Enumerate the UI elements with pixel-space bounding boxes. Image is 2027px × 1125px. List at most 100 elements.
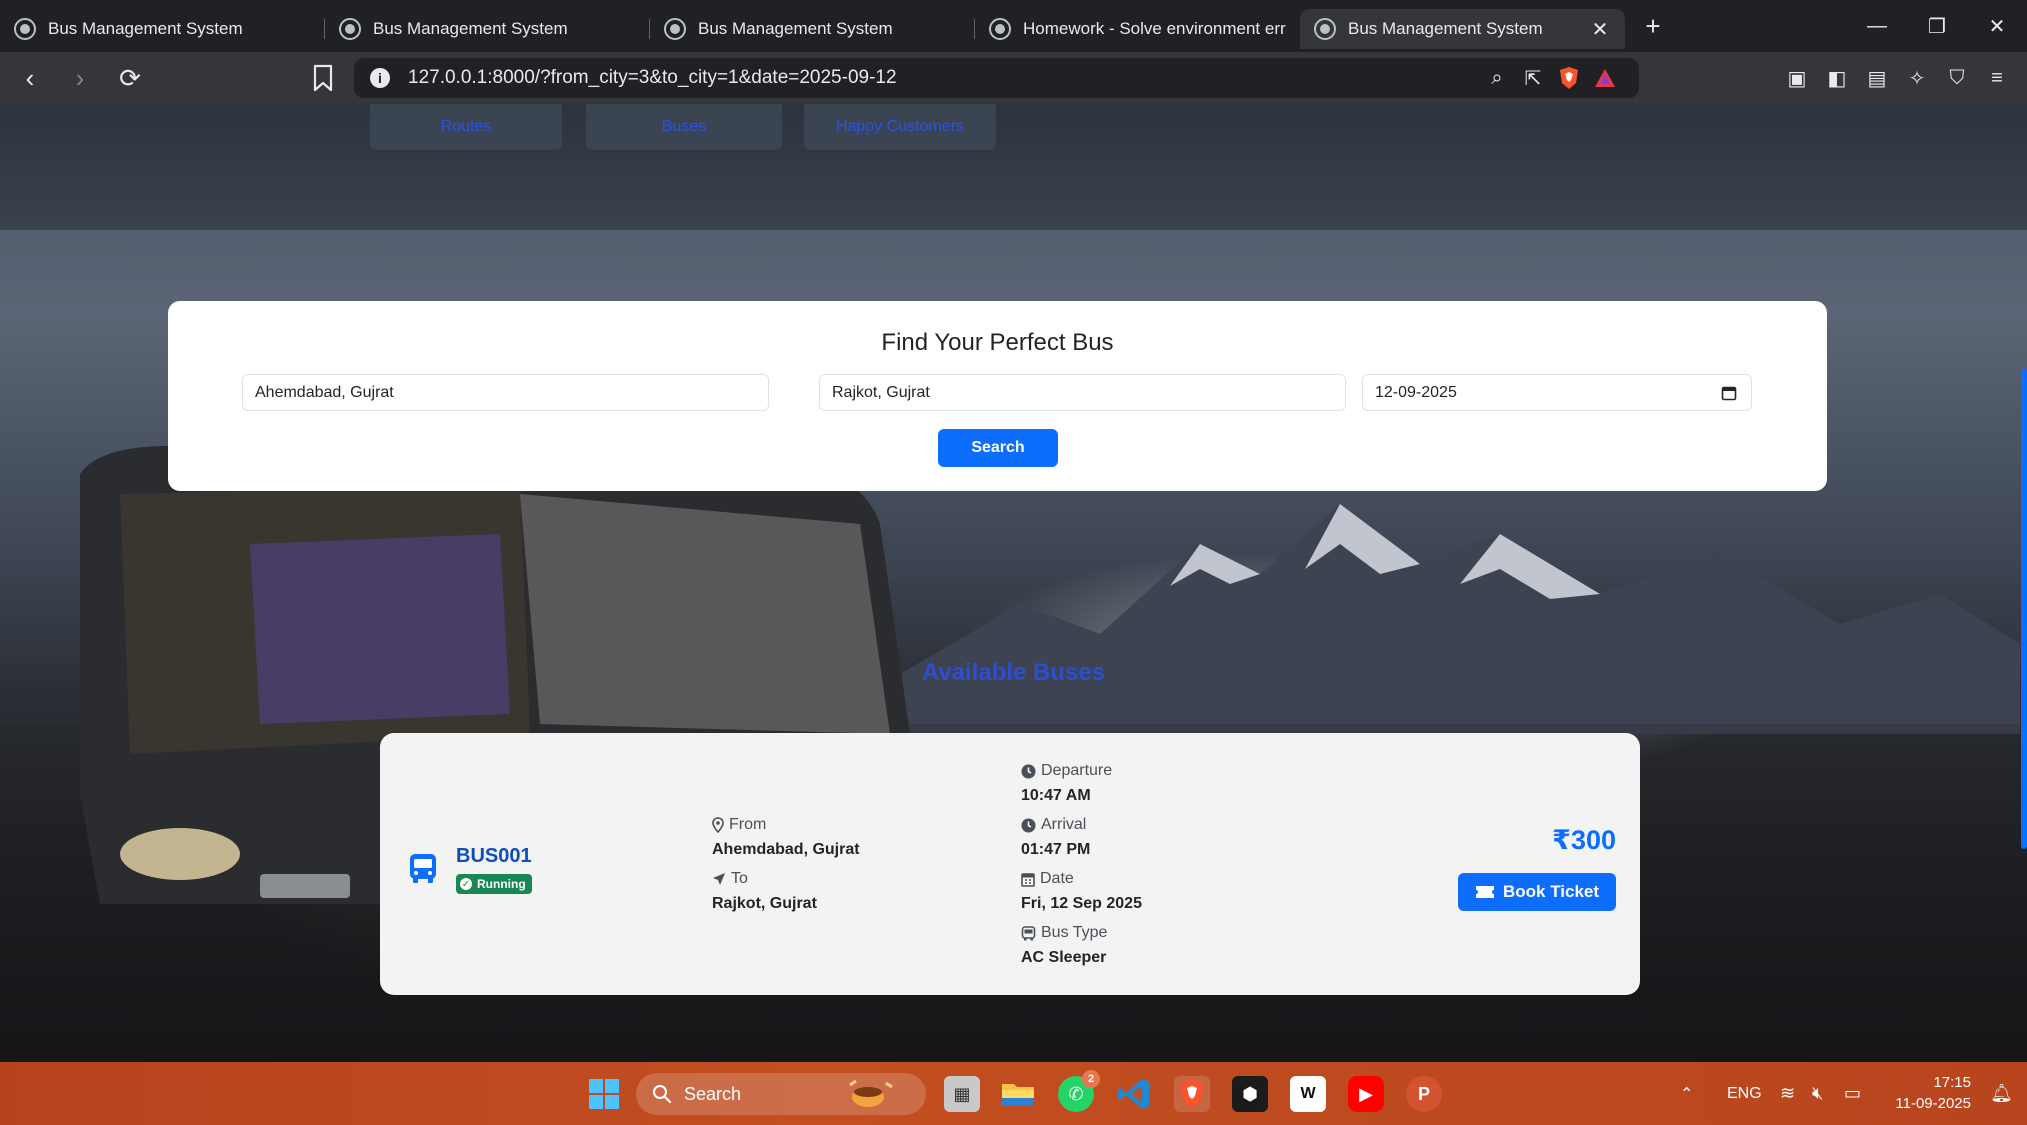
status-text: Running <box>477 877 526 891</box>
whatsapp-icon[interactable]: ✆ 2 <box>1058 1070 1100 1112</box>
browser-tab-strip: Bus Management System Bus Management Sys… <box>0 0 2027 52</box>
bus-icon <box>410 854 436 883</box>
clock-icon <box>1021 818 1036 832</box>
url-text[interactable]: 127.0.0.1:8000/?from_city=3&to_city=1&da… <box>408 67 1479 89</box>
close-window-icon[interactable]: ✕ <box>1967 0 2027 52</box>
vpn-shield-icon[interactable]: ⛉ <box>1937 60 1977 96</box>
available-buses-heading: Available Buses <box>921 659 1106 686</box>
tab-title: Bus Management System <box>698 19 893 38</box>
powerpoint-icon[interactable]: P <box>1406 1076 1442 1112</box>
departure-label-text: Departure <box>1041 762 1113 779</box>
toolbar-right-icons: ▣ ◧ ▤ ✧ ⛉ ≡ <box>1777 60 2017 96</box>
page-scrollbar[interactable] <box>2019 104 2027 1062</box>
calendar-icon[interactable] <box>1721 385 1737 401</box>
youtube-icon[interactable]: ▶ <box>1348 1076 1384 1112</box>
search-button[interactable]: Search <box>938 429 1058 467</box>
to-label-text: To <box>731 870 748 887</box>
travel-date-value: 12-09-2025 <box>1375 383 1457 401</box>
share-icon[interactable]: ⇱ <box>1515 63 1551 93</box>
back-icon[interactable]: ‹ <box>10 58 50 98</box>
terminal-app-icon[interactable]: ⬢ <box>1232 1076 1268 1112</box>
site-favicon-icon <box>1314 18 1336 40</box>
language-indicator[interactable]: ENG <box>1727 1062 1762 1125</box>
browser-toolbar: ‹ › ⟳ i 127.0.0.1:8000/?from_city=3&to_c… <box>0 52 2027 104</box>
stat-card-buses: Buses <box>586 104 782 150</box>
notification-bell-icon[interactable]: 🔔︎ <box>1990 1062 2013 1125</box>
browser-tab-3[interactable]: Bus Management System <box>650 9 975 49</box>
volume-muted-icon[interactable]: 🔇︎ <box>1812 1062 1823 1125</box>
stat-label: Routes <box>440 118 492 135</box>
from-label: From <box>712 816 766 834</box>
status-badge: ✓ Running <box>456 874 532 894</box>
departure-label: Departure <box>1021 762 1112 780</box>
book-ticket-label: Book Ticket <box>1502 882 1600 901</box>
windows-taskbar: Search ▦ ✆ 2 ⬢ W ▶ P ⌃ ENG ≋ 🔇︎ ▭ 17:15 1… <box>0 1062 2027 1125</box>
travel-date: Fri, 12 Sep 2025 <box>1021 895 1142 912</box>
clock-time: 17:15 <box>1933 1074 1971 1091</box>
tray-overflow-icon[interactable]: ⌃ <box>1680 1062 1693 1125</box>
search-card: Find Your Perfect Bus Ahemdabad, Gujrat … <box>168 301 1827 491</box>
clock-icon <box>1021 764 1036 778</box>
minimize-icon[interactable]: — <box>1847 0 1907 52</box>
reader-mode-icon[interactable]: ▣ <box>1777 60 1817 96</box>
restore-icon[interactable]: ❐ <box>1907 0 1967 52</box>
bookmark-icon[interactable] <box>312 64 334 92</box>
from-city-select[interactable]: Ahemdabad, Gujrat <box>242 374 769 411</box>
brave-shield-icon[interactable] <box>1551 63 1587 93</box>
bus-result-card: BUS001 ✓ Running From Ahemdabad, Gujrat … <box>380 733 1640 995</box>
tab-title: Bus Management System <box>1348 19 1543 38</box>
site-favicon-icon <box>664 18 686 40</box>
scrollbar-thumb[interactable] <box>2021 369 2027 849</box>
travel-date-input[interactable]: 12-09-2025 <box>1362 374 1752 411</box>
bus-small-icon <box>1021 925 1036 940</box>
browser-tab-2[interactable]: Bus Management System <box>325 9 650 49</box>
arrival-label: Arrival <box>1021 816 1086 834</box>
window-controls: — ❐ ✕ <box>1847 0 2027 52</box>
menu-icon[interactable]: ≡ <box>1977 60 2017 96</box>
arrival-time: 01:47 PM <box>1021 841 1091 858</box>
leo-ai-icon[interactable]: ✧ <box>1897 60 1937 96</box>
new-tab-button[interactable]: + <box>1631 6 1675 46</box>
brave-browser-icon[interactable] <box>1174 1076 1210 1112</box>
date-label: Date <box>1021 870 1074 888</box>
brave-rewards-icon[interactable] <box>1587 63 1623 93</box>
tea-cup-widget-icon <box>849 1079 893 1107</box>
site-favicon-icon <box>339 18 361 40</box>
file-explorer-icon[interactable] <box>1000 1076 1036 1112</box>
map-marker-icon <box>712 817 724 833</box>
zoom-icon[interactable]: ⌕ <box>1479 63 1515 93</box>
taskbar-search-box[interactable]: Search <box>636 1073 926 1115</box>
tab-title: Bus Management System <box>48 19 243 38</box>
stat-label: Buses <box>661 118 707 135</box>
wallet-icon[interactable]: ▤ <box>1857 60 1897 96</box>
notion-like-app-icon[interactable]: W <box>1290 1076 1326 1112</box>
windows-start-icon[interactable] <box>586 1076 622 1112</box>
from-city: Ahemdabad, Gujrat <box>712 841 860 858</box>
close-tab-icon[interactable]: ✕ <box>1589 17 1611 42</box>
sidebar-icon[interactable]: ◧ <box>1817 60 1857 96</box>
site-info-icon[interactable]: i <box>370 68 390 88</box>
reload-icon[interactable]: ⟳ <box>110 58 150 98</box>
address-bar[interactable]: i 127.0.0.1:8000/?from_city=3&to_city=1&… <box>354 58 1639 98</box>
clock-date: 11-09-2025 <box>1895 1095 1971 1112</box>
from-label-text: From <box>729 816 767 833</box>
battery-icon[interactable]: ▭ <box>1844 1062 1861 1125</box>
taskbar-clock[interactable]: 17:15 11-09-2025 <box>1895 1072 1971 1114</box>
wifi-icon[interactable]: ≋ <box>1780 1062 1795 1125</box>
whatsapp-badge: 2 <box>1082 1070 1100 1088</box>
browser-tab-1[interactable]: Bus Management System <box>0 9 325 49</box>
stat-card-routes: Routes <box>370 104 562 150</box>
departure-time: 10:47 AM <box>1021 787 1091 804</box>
forward-icon[interactable]: › <box>60 58 100 98</box>
tab-title: Homework - Solve environment error <box>1023 19 1286 38</box>
site-favicon-icon <box>14 18 36 40</box>
task-view-icon[interactable]: ▦ <box>944 1076 980 1112</box>
browser-tab-4[interactable]: Homework - Solve environment error <box>975 9 1300 49</box>
to-label: To <box>712 870 748 888</box>
tab-title: Bus Management System <box>373 19 568 38</box>
book-ticket-button[interactable]: Book Ticket <box>1458 873 1616 911</box>
vscode-icon[interactable] <box>1116 1076 1152 1112</box>
stat-label: Happy Customers <box>835 118 965 135</box>
browser-tab-5-active[interactable]: Bus Management System ✕ <box>1300 9 1625 49</box>
to-city-select[interactable]: Rajkot, Gujrat <box>819 374 1346 411</box>
